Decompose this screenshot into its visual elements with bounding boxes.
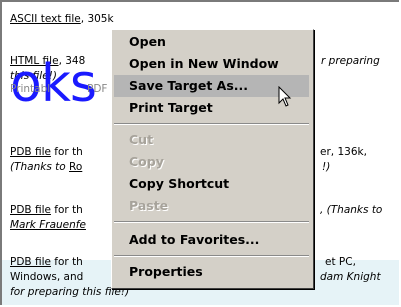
entry-line2: Windows, and xyxy=(10,271,84,283)
menu-item-cut: Cut xyxy=(129,132,154,147)
entry-prefix: Printabl xyxy=(10,83,51,95)
entry-tail: PDF xyxy=(87,83,108,95)
menu-separator xyxy=(114,255,309,257)
entry-text: for th xyxy=(50,204,83,216)
menu-separator xyxy=(114,221,309,223)
contributor-link-1[interactable]: Ro xyxy=(69,161,82,173)
pdb-file-link-2[interactable]: PDB file xyxy=(10,204,51,216)
entry-line2-right: dam Knight xyxy=(320,271,381,283)
entry-tail: , (Thanks to xyxy=(320,204,383,216)
entry-line2-tail: !) xyxy=(322,161,331,173)
entry-line2: (Thanks to xyxy=(10,161,70,173)
menu-item-paste: Paste xyxy=(129,198,169,213)
menu-item-open[interactable]: Open xyxy=(114,31,309,53)
menu-item-properties[interactable]: Properties xyxy=(114,261,309,283)
menu-item-add-to-favorites[interactable]: Add to Favorites... xyxy=(114,229,309,251)
context-menu: Open Open in New Window Save Target As..… xyxy=(111,29,314,289)
pdb-file-link-1[interactable]: PDB file xyxy=(10,146,51,158)
list-item: ASCII text file, 305k xyxy=(10,12,396,27)
menu-item-copy-shortcut[interactable]: Copy Shortcut xyxy=(114,173,309,195)
menu-item-copy: Copy xyxy=(129,154,164,169)
pdb-file-link-3[interactable]: PDB file xyxy=(10,256,51,268)
entry-text: for th xyxy=(50,256,83,268)
entry-tail: et PC, xyxy=(325,256,356,268)
entry-tail: er, 136k, xyxy=(320,146,367,158)
entry-text: , 305k xyxy=(80,13,114,25)
entry-tail: r preparing xyxy=(321,55,380,67)
contributor-link-2[interactable]: Mark Frauenfe xyxy=(10,219,86,231)
ascii-file-link[interactable]: ASCII text file xyxy=(10,13,81,25)
menu-item-open-new-window[interactable]: Open in New Window xyxy=(114,53,309,75)
mouse-pointer-icon xyxy=(278,86,292,107)
entry-text: for th xyxy=(50,146,83,158)
menu-separator xyxy=(114,123,309,125)
